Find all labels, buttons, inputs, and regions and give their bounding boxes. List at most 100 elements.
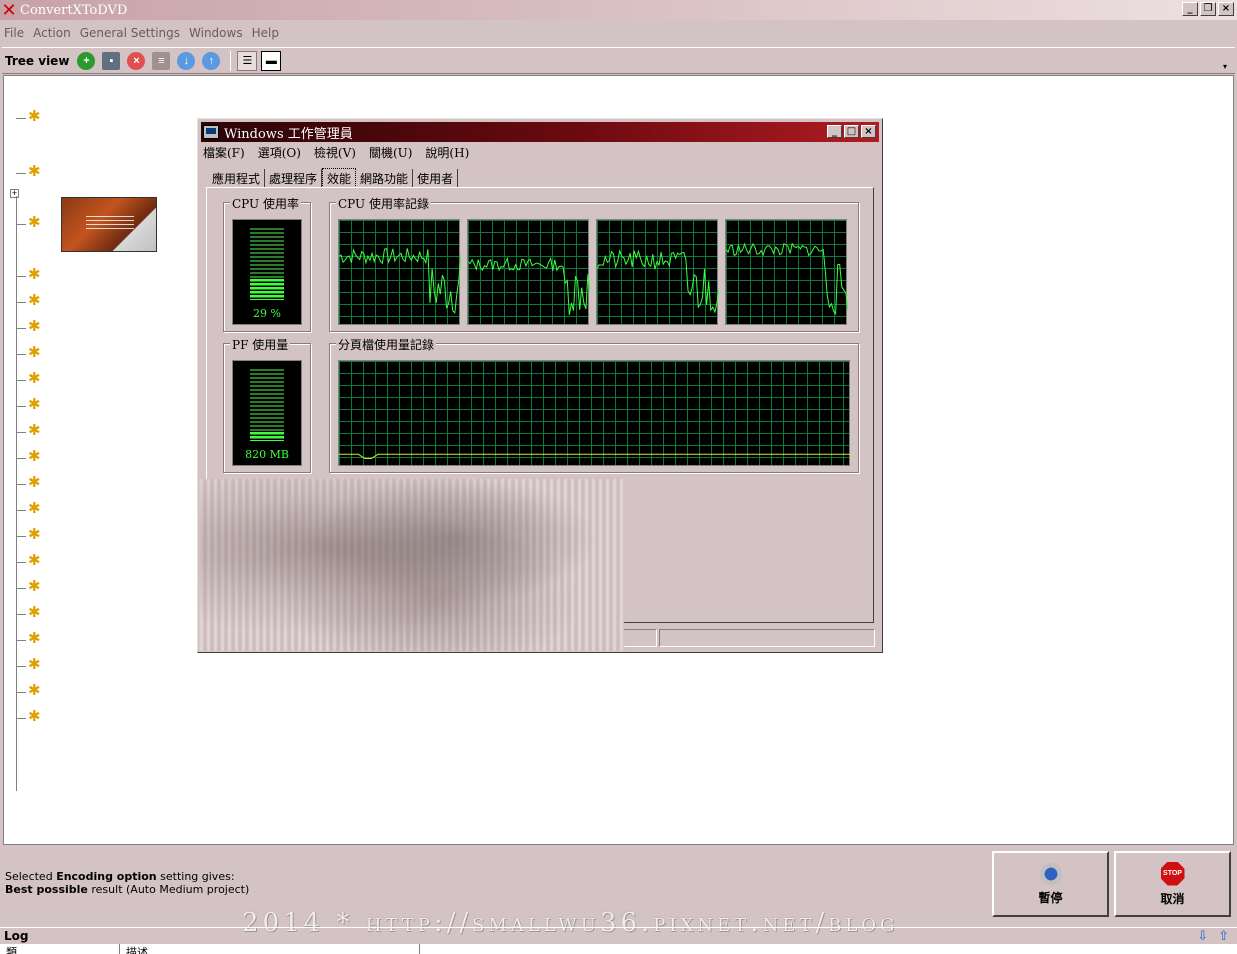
- tree-node[interactable]: ✱: [16, 682, 41, 699]
- close-button[interactable]: ×: [1218, 2, 1234, 16]
- toolbar-dropdown-icon[interactable]: ▾: [1223, 62, 1227, 71]
- menu-help[interactable]: Help: [252, 26, 279, 40]
- tree-node[interactable]: ✱: [16, 108, 41, 125]
- tree-node[interactable]: ✱: [16, 422, 41, 439]
- menu-file[interactable]: File: [4, 26, 24, 40]
- tree-node-icon: ✱: [28, 108, 41, 125]
- pf-meter-bars: [250, 369, 284, 441]
- tree-connector: [16, 224, 26, 225]
- merge-icon[interactable]: ≡: [152, 51, 171, 70]
- cpu-core-2-graph: [467, 219, 590, 325]
- tree-connector: [16, 510, 26, 511]
- log-col-type[interactable]: 類: [0, 944, 120, 954]
- menu-bar: File Action General Settings Windows Hel…: [0, 22, 1237, 44]
- tree-node[interactable]: ✱: [16, 474, 41, 491]
- cpu-core-1-graph: [338, 219, 461, 325]
- pagefile-history-label: 分頁檔使用量記錄: [336, 336, 437, 353]
- cpu-usage-group: CPU 使用率 29 %: [223, 195, 311, 332]
- cpu-core-3-graph: [596, 219, 719, 325]
- tm-menu-file[interactable]: 檔案(F): [203, 144, 245, 161]
- tree-node[interactable]: ✱: [16, 526, 41, 543]
- tree-node[interactable]: ✱: [16, 214, 41, 231]
- thumbnail-view-icon[interactable]: ▬: [261, 50, 282, 71]
- tree-node[interactable]: ✱: [16, 266, 41, 283]
- tree-node-icon: ✱: [28, 266, 41, 283]
- tree-connector: [16, 432, 26, 433]
- graph-line: [468, 256, 590, 315]
- tree-node[interactable]: ✱: [16, 656, 41, 673]
- tree-node-icon: ✱: [28, 578, 41, 595]
- tab-networking[interactable]: 網路功能: [356, 169, 414, 188]
- tree-connector: [16, 276, 26, 277]
- tm-close-button[interactable]: ×: [861, 125, 876, 138]
- cancel-button[interactable]: STOP 取消: [1114, 851, 1231, 917]
- delete-icon[interactable]: ×: [127, 51, 146, 70]
- tab-users[interactable]: 使用者: [413, 169, 459, 188]
- tm-menu-view[interactable]: 檢視(V): [314, 144, 356, 161]
- save-icon[interactable]: ▪: [102, 51, 121, 70]
- cancel-label: 取消: [1160, 891, 1185, 906]
- tree-node[interactable]: ✱: [16, 344, 41, 361]
- graph-line: [726, 242, 848, 316]
- pause-button[interactable]: 暫停: [992, 851, 1109, 917]
- graph-line: [339, 247, 461, 315]
- tree-node[interactable]: ✱: [16, 318, 41, 335]
- move-up-icon[interactable]: ↑: [202, 51, 221, 70]
- add-icon[interactable]: +: [77, 51, 96, 70]
- tree-connector: [16, 484, 26, 485]
- minimize-button[interactable]: _: [1182, 2, 1198, 16]
- pagefile-history-line: [339, 453, 851, 459]
- tree-connector: [16, 640, 26, 641]
- pf-usage-value: 820 MB: [245, 448, 289, 461]
- tab-performance[interactable]: 效能: [322, 168, 357, 188]
- restore-button[interactable]: ❒: [1200, 2, 1216, 16]
- tree-node-icon: ✱: [28, 656, 41, 673]
- log-up-arrow-icon[interactable]: ⇧: [1218, 928, 1229, 944]
- move-down-icon[interactable]: ↓: [177, 51, 196, 70]
- tree-node[interactable]: ✱: [16, 500, 41, 517]
- tm-minimize-button[interactable]: _: [827, 125, 842, 138]
- tree-node[interactable]: ✱: [16, 163, 41, 180]
- log-col-description[interactable]: 描述: [120, 944, 420, 954]
- tree-expander-icon[interactable]: +: [10, 189, 19, 198]
- tree-node[interactable]: ✱: [16, 448, 41, 465]
- tm-menu-options[interactable]: 選項(O): [258, 144, 301, 161]
- tree-connector: [16, 406, 26, 407]
- graph-line: [339, 453, 851, 459]
- cpu-usage-label: CPU 使用率: [230, 195, 301, 212]
- tree-connector: [16, 614, 26, 615]
- menu-windows[interactable]: Windows: [189, 26, 243, 40]
- tm-menu-shutdown[interactable]: 關機(U): [369, 144, 412, 161]
- tree-node[interactable]: ✱: [16, 604, 41, 621]
- app-title: ConvertXToDVD: [20, 2, 128, 18]
- log-table-header: 類 描述: [0, 944, 1237, 954]
- tree-connector: [16, 328, 26, 329]
- tree-node[interactable]: ✱: [16, 396, 41, 413]
- status-cell-memory: [659, 629, 875, 647]
- log-down-arrow-icon[interactable]: ⇩: [1197, 928, 1208, 944]
- tree-node[interactable]: ✱: [16, 370, 41, 387]
- pause-label: 暫停: [1038, 890, 1063, 905]
- cpu-core-4-line: [726, 242, 848, 316]
- tab-applications[interactable]: 應用程式: [208, 169, 266, 188]
- info-project: result (Auto Medium project): [87, 883, 250, 896]
- task-manager-title: Windows 工作管理員: [224, 126, 353, 142]
- tree-connector: [16, 666, 26, 667]
- tree-node[interactable]: ✱: [16, 708, 41, 725]
- tm-menu-help[interactable]: 說明(H): [425, 144, 469, 161]
- tree-node[interactable]: ✱: [16, 292, 41, 309]
- tree-node[interactable]: ✱: [16, 630, 41, 647]
- tab-processes[interactable]: 處理程序: [265, 169, 323, 188]
- tree-node-icon: ✱: [28, 552, 41, 569]
- tree-node-icon: ✱: [28, 318, 41, 335]
- list-view-icon[interactable]: ☰: [237, 50, 258, 71]
- menu-general-settings[interactable]: General Settings: [80, 26, 180, 40]
- cpu-core-1-line: [339, 247, 461, 315]
- menu-action[interactable]: Action: [33, 26, 71, 40]
- video-thumbnail[interactable]: [61, 197, 157, 252]
- tm-maximize-button[interactable]: □: [844, 125, 859, 138]
- tree-node[interactable]: ✱: [16, 552, 41, 569]
- tree-node[interactable]: ✱: [16, 578, 41, 595]
- log-bar: Log ⇩ ⇧: [0, 927, 1237, 943]
- tree-connector: [16, 458, 26, 459]
